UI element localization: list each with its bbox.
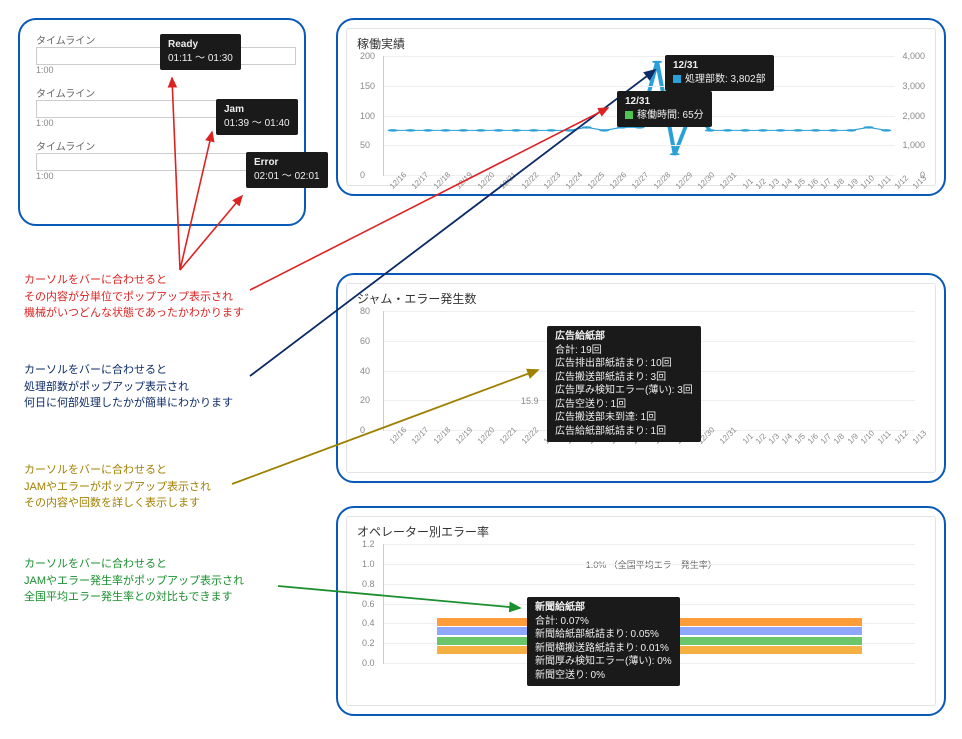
jam-card: ジャム・エラー発生数 020406080 12/1612/1712/1812/1… [336,273,946,483]
tooltip-processed: 12/31 処理部数: 3,802部 [665,55,774,91]
explain-green: カーソルをバーに合わせるとJAMやエラー発生率がポップアップ表示され全国平均エラ… [24,556,324,606]
chart-title: ジャム・エラー発生数 [357,290,925,307]
chart-title: オペレーター別エラー率 [357,523,925,540]
chart-title: 稼働実績 [357,35,925,52]
tooltip-runtime: 12/31 稼働時間: 65分 [617,91,712,127]
explain-olive: カーソルをバーに合わせるとJAMやエラーがポップアップ表示されその内容や回数を詳… [24,462,324,512]
swatch-icon [673,75,681,83]
tooltip-operator: 新聞給紙部 合計: 0.07% 新聞給紙部紙詰まり: 0.05% 新聞横搬送路紙… [527,597,680,686]
operator-card: オペレーター別エラー率 1.0% （全国平均エラー発生率） オペレーター 0.0… [336,506,946,716]
performance-card: 稼働実績 05010015020001,0002,0003,0004,000 1… [336,18,946,196]
xtick: 1/13 [911,173,928,190]
tooltip-ready: Ready 01:11 ～ 01:30 [160,34,241,70]
side-value: 15.9 [521,396,539,406]
xtick: 1/13 [911,428,928,445]
timeline-row: タイムライン 1:002:00 Error 02:01 ～ 02:01 [36,138,288,181]
timeline-row: タイムライン 1:00 Ready 01:11 ～ 01:30 [36,32,288,75]
swatch-icon [625,111,633,119]
explain-navy: カーソルをバーに合わせると処理部数がポップアップ表示され何日に何部処理したかが簡… [24,362,324,412]
timeline-row: タイムライン 1:00 Jam 01:39 ～ 01:40 [36,85,288,128]
explain-red: カーソルをバーに合わせるとその内容が分単位でポップアップ表示され機械がいつどんな… [24,272,324,322]
tooltip-jam-detail: 広告給紙部 合計: 19回 広告排出部紙詰まり: 10回 広告搬送部紙詰まり: … [547,326,701,442]
timeline-card: タイムライン 1:00 Ready 01:11 ～ 01:30 タイムライン 1… [18,18,306,226]
tooltip-jam: Jam 01:39 ～ 01:40 [216,99,298,135]
tooltip-error: Error 02:01 ～ 02:01 [246,152,328,188]
